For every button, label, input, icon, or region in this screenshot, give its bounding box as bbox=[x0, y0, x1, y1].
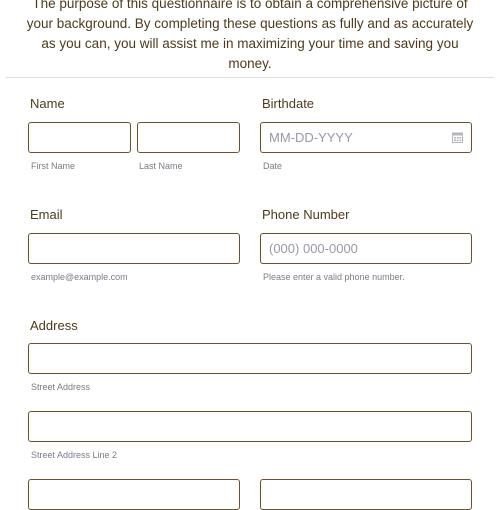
first-name-sublabel: First Name bbox=[31, 161, 76, 171]
phone-input[interactable]: (000) 000-0000 bbox=[260, 233, 472, 264]
street-address-input[interactable] bbox=[28, 343, 472, 374]
birthdate-label: Birthdate bbox=[262, 96, 315, 111]
street-address-line2-sublabel: Street Address Line 2 bbox=[31, 450, 118, 460]
street-address-line2-input[interactable] bbox=[28, 411, 472, 442]
last-name-sublabel: Last Name bbox=[139, 161, 183, 171]
calendar-icon[interactable] bbox=[452, 132, 463, 143]
name-label: Name bbox=[30, 96, 65, 111]
birthdate-sublabel: Date bbox=[263, 161, 283, 171]
first-name-input[interactable] bbox=[28, 122, 131, 153]
intro-text: The purpose of this questionnaire is to … bbox=[26, 0, 474, 71]
birthdate-placeholder: MM-DD-YYYY bbox=[269, 130, 353, 145]
phone-placeholder: (000) 000-0000 bbox=[269, 241, 358, 256]
phone-label: Phone Number bbox=[262, 207, 350, 222]
birthdate-input[interactable]: MM-DD-YYYY bbox=[260, 122, 472, 153]
phone-sublabel: Please enter a valid phone number. bbox=[263, 272, 405, 282]
email-label: Email bbox=[30, 207, 63, 222]
last-name-input[interactable] bbox=[137, 122, 240, 153]
section-divider bbox=[6, 77, 494, 78]
address-label: Address bbox=[30, 318, 78, 333]
email-sublabel: example@example.com bbox=[31, 272, 128, 282]
street-address-sublabel: Street Address bbox=[31, 382, 91, 392]
email-input[interactable] bbox=[28, 233, 240, 264]
